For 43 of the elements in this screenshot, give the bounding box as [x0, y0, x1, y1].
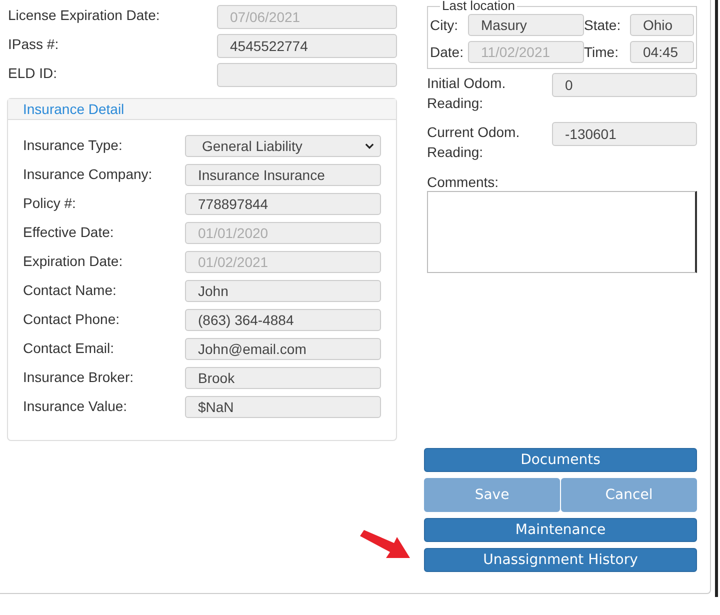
field-label: Effective Date:	[23, 223, 115, 242]
field-label: ELD ID:	[8, 64, 58, 83]
field-label: Comments:	[427, 173, 500, 191]
field-label: Current Odom. Reading:	[427, 123, 521, 162]
field-label: Time:	[584, 42, 620, 62]
group-legend: Last location	[440, 0, 517, 13]
input-field[interactable]: John@email.com	[185, 338, 381, 360]
field-label: Insurance Broker:	[23, 368, 134, 387]
button[interactable]: Documents	[424, 448, 697, 472]
dropdown[interactable]: General Liability	[185, 135, 381, 157]
field-label: Policy #:	[23, 194, 77, 213]
input-field[interactable]: Masury	[468, 14, 584, 36]
field-label: IPass #:	[8, 35, 60, 54]
input-field[interactable]: 4545522774	[217, 34, 397, 58]
input-field[interactable]: -130601	[552, 122, 697, 146]
field-label: Contact Email:	[23, 339, 116, 358]
field-label: License Expiration Date:	[8, 6, 161, 25]
button[interactable]: Unassignment History	[424, 548, 697, 572]
comments-field[interactable]	[427, 191, 697, 273]
input-field[interactable]	[217, 63, 397, 87]
input-field[interactable]: 0	[552, 73, 697, 97]
input-field[interactable]: Ohio	[630, 14, 694, 36]
input-field[interactable]: Insurance Insurance	[185, 164, 381, 186]
input-field[interactable]: $NaN	[185, 396, 381, 418]
chevron-down-icon	[365, 143, 374, 149]
arrow-icon	[360, 530, 410, 558]
field-label: City:	[430, 16, 459, 34]
input-field[interactable]: 778897844	[185, 193, 381, 215]
field-label: Insurance Company:	[23, 165, 154, 184]
field-label: Contact Phone:	[23, 310, 121, 329]
field-label: Date:	[430, 42, 464, 62]
section-title: Insurance Detail	[23, 101, 124, 117]
field-label: Contact Name:	[23, 281, 118, 300]
input-field[interactable]: 04:45	[630, 40, 694, 62]
input-field[interactable]: Brook	[185, 367, 381, 389]
button[interactable]: Maintenance	[424, 518, 697, 542]
input-field[interactable]: John	[185, 280, 381, 302]
field-label: Expiration Date:	[23, 252, 124, 271]
field-label: Insurance Value:	[23, 397, 128, 416]
field-label: Insurance Type:	[23, 136, 124, 155]
field-label: State:	[584, 16, 622, 34]
field-label: Initial Odom. Reading:	[427, 74, 507, 113]
input-field[interactable]: (863) 364-4884	[185, 309, 381, 331]
